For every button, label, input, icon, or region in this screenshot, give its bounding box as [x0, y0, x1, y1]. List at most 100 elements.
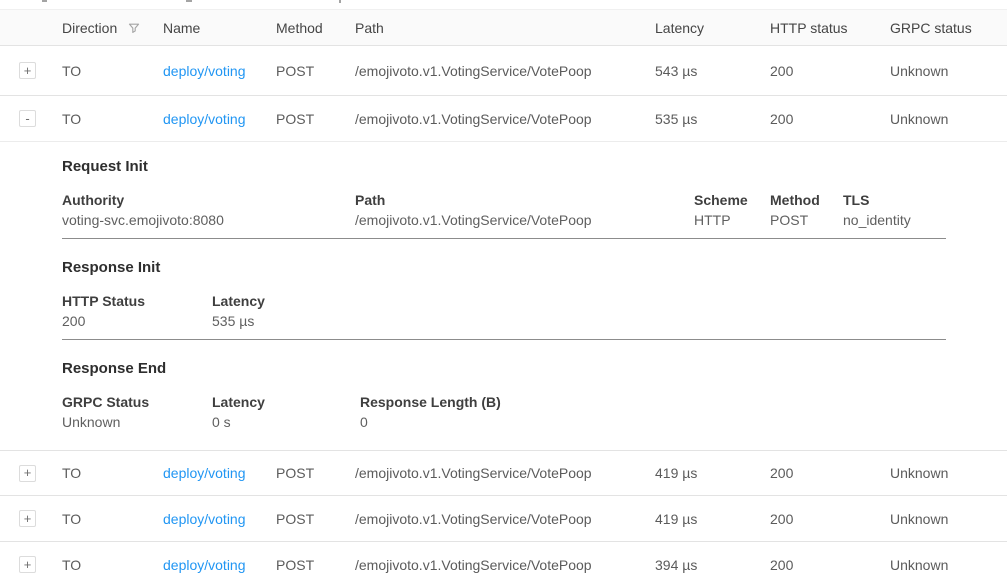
- section-title-request-init: Request Init: [62, 158, 1007, 176]
- field-value: voting-svc.emojivoto:8080: [62, 212, 355, 228]
- header-cell-method: Method: [276, 20, 355, 36]
- name-link[interactable]: deploy/voting: [163, 63, 246, 79]
- field-scheme: Scheme HTTP: [694, 192, 770, 228]
- cell-path: /emojivoto.v1.VotingService/VotePoop: [355, 511, 655, 527]
- cell-path: /emojivoto.v1.VotingService/VotePoop: [355, 63, 655, 79]
- cell-http-status: 200: [770, 63, 890, 79]
- field-tls: TLS no_identity: [843, 192, 1007, 228]
- name-link[interactable]: deploy/voting: [163, 511, 246, 527]
- cell-grpc-status: Unknown: [890, 465, 1007, 481]
- field-value: POST: [770, 212, 843, 228]
- cell-direction: TO: [62, 63, 163, 79]
- cell-http-status: 200: [770, 557, 890, 573]
- cell-direction: TO: [62, 465, 163, 481]
- detail-divider: [62, 238, 946, 239]
- cell-name: deploy/voting: [163, 511, 276, 527]
- cell-expand: +: [0, 62, 62, 80]
- clipped-text-artifact: [339, 0, 341, 3]
- header-cell-http-status: HTTP status: [770, 20, 890, 36]
- column-label-grpc-status: GRPC status: [890, 20, 972, 36]
- expand-row-button[interactable]: +: [19, 62, 36, 79]
- cell-direction: TO: [62, 557, 163, 573]
- cell-latency: 419 µs: [655, 465, 770, 481]
- name-link[interactable]: deploy/voting: [163, 111, 246, 127]
- field-label: GRPC Status: [62, 394, 212, 410]
- expanded-row-detail: Request Init Authority voting-svc.emojiv…: [0, 142, 1007, 451]
- table-row: + TO deploy/voting POST /emojivoto.v1.Vo…: [0, 451, 1007, 496]
- cell-direction: TO: [62, 511, 163, 527]
- cell-method: POST: [276, 557, 355, 573]
- filter-icon[interactable]: [127, 21, 141, 35]
- cell-name: deploy/voting: [163, 557, 276, 573]
- cell-grpc-status: Unknown: [890, 111, 1007, 127]
- field-response-length: Response Length (B) 0: [360, 394, 1007, 430]
- cell-http-status: 200: [770, 465, 890, 481]
- cell-method: POST: [276, 63, 355, 79]
- clipped-text-artifact: [42, 0, 47, 2]
- field-label: Scheme: [694, 192, 770, 208]
- field-label: Response Length (B): [360, 394, 1007, 410]
- cell-name: deploy/voting: [163, 111, 276, 127]
- column-label-latency: Latency: [655, 20, 704, 36]
- cell-expand: +: [0, 464, 62, 482]
- field-label: HTTP Status: [62, 293, 212, 309]
- field-value: /emojivoto.v1.VotingService/VotePoop: [355, 212, 694, 228]
- table-header-row: Direction Name Method Path Latency HTTP …: [0, 9, 1007, 46]
- table-row: + TO deploy/voting POST /emojivoto.v1.Vo…: [0, 496, 1007, 542]
- cell-method: POST: [276, 465, 355, 481]
- cell-latency: 419 µs: [655, 511, 770, 527]
- cell-latency: 543 µs: [655, 63, 770, 79]
- table-row: + TO deploy/voting POST /emojivoto.v1.Vo…: [0, 46, 1007, 96]
- collapse-row-button[interactable]: -: [19, 110, 36, 127]
- name-link[interactable]: deploy/voting: [163, 557, 246, 573]
- expand-row-button[interactable]: +: [19, 510, 36, 527]
- field-value: Unknown: [62, 414, 212, 430]
- cell-direction: TO: [62, 111, 163, 127]
- table-row-expanded: - TO deploy/voting POST /emojivoto.v1.Vo…: [0, 96, 1007, 142]
- cell-http-status: 200: [770, 511, 890, 527]
- clipped-content-strip: [0, 0, 1007, 9]
- field-latency: Latency 0 s: [212, 394, 360, 430]
- column-label-path: Path: [355, 20, 384, 36]
- cell-name: deploy/voting: [163, 63, 276, 79]
- field-value: HTTP: [694, 212, 770, 228]
- cell-grpc-status: Unknown: [890, 557, 1007, 573]
- header-cell-grpc-status: GRPC status: [890, 20, 1007, 36]
- header-cell-latency: Latency: [655, 20, 770, 36]
- field-value: 200: [62, 313, 212, 329]
- name-link[interactable]: deploy/voting: [163, 465, 246, 481]
- expand-row-button[interactable]: +: [19, 465, 36, 482]
- expand-row-button[interactable]: +: [19, 556, 36, 573]
- section-title-response-end: Response End: [62, 360, 1007, 378]
- field-http-status: HTTP Status 200: [62, 293, 212, 329]
- cell-path: /emojivoto.v1.VotingService/VotePoop: [355, 465, 655, 481]
- field-value: no_identity: [843, 212, 1007, 228]
- cell-method: POST: [276, 111, 355, 127]
- cell-http-status: 200: [770, 111, 890, 127]
- cell-expand: +: [0, 556, 62, 574]
- request-init-fields: Authority voting-svc.emojivoto:8080 Path…: [62, 192, 1007, 228]
- table-row: + TO deploy/voting POST /emojivoto.v1.Vo…: [0, 542, 1007, 586]
- cell-path: /emojivoto.v1.VotingService/VotePoop: [355, 557, 655, 573]
- header-cell-name: Name: [163, 20, 276, 36]
- cell-grpc-status: Unknown: [890, 63, 1007, 79]
- cell-path: /emojivoto.v1.VotingService/VotePoop: [355, 111, 655, 127]
- tap-table-screen: Direction Name Method Path Latency HTTP …: [0, 0, 1007, 586]
- cell-expand: +: [0, 510, 62, 528]
- field-value: 0: [360, 414, 1007, 430]
- field-grpc-status: GRPC Status Unknown: [62, 394, 212, 430]
- field-value: 535 µs: [212, 313, 1007, 329]
- field-label: Authority: [62, 192, 355, 208]
- field-latency: Latency 535 µs: [212, 293, 1007, 329]
- cell-latency: 394 µs: [655, 557, 770, 573]
- clipped-text-artifact: [186, 0, 192, 2]
- cell-name: deploy/voting: [163, 465, 276, 481]
- cell-grpc-status: Unknown: [890, 511, 1007, 527]
- response-end-fields: GRPC Status Unknown Latency 0 s Response…: [62, 394, 1007, 430]
- column-label-http-status: HTTP status: [770, 20, 848, 36]
- field-authority: Authority voting-svc.emojivoto:8080: [62, 192, 355, 228]
- field-method: Method POST: [770, 192, 843, 228]
- cell-latency: 535 µs: [655, 111, 770, 127]
- cell-method: POST: [276, 511, 355, 527]
- field-label: Path: [355, 192, 694, 208]
